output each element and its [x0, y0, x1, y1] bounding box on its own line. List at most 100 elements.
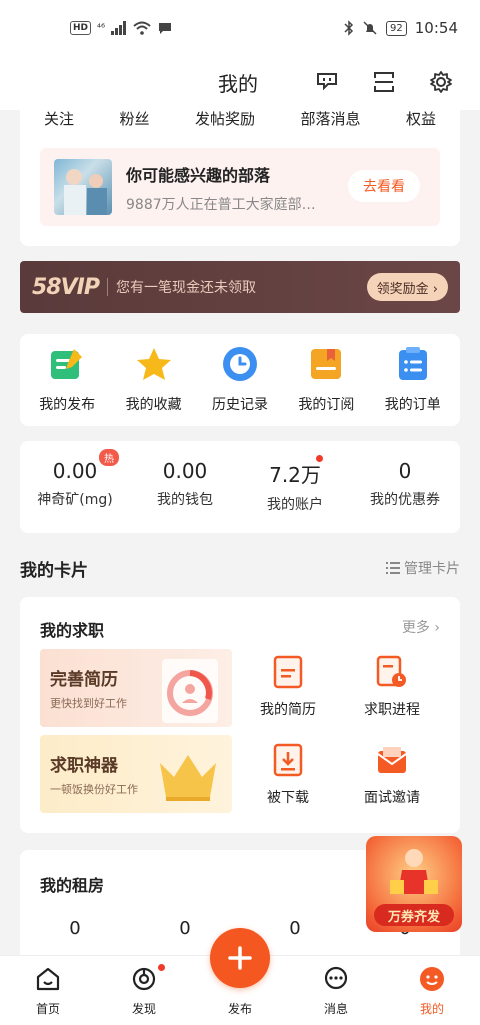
- bookmark-icon: [306, 344, 346, 384]
- rent-value[interactable]: 0: [69, 918, 80, 939]
- scan-icon[interactable]: [370, 68, 398, 96]
- tribe-recommendation[interactable]: 你可能感兴趣的部落 9887万人正在普工大家庭部… 去看看: [40, 148, 440, 226]
- job-more-link[interactable]: 更多 ›: [402, 617, 440, 637]
- wallet-value: 7.2万: [269, 463, 321, 487]
- notification-dot: [316, 455, 323, 462]
- tab-label: 发布: [227, 1002, 252, 1016]
- promo-subtitle: 更快找到好工作: [50, 697, 127, 710]
- stat-tribe-messages[interactable]: 部落消息: [300, 108, 360, 129]
- discover-icon: [129, 964, 159, 994]
- quick-item-subscriptions[interactable]: 我的订阅: [286, 344, 366, 426]
- tab-label: 消息: [323, 1002, 348, 1016]
- job-label: 求职进程: [364, 702, 420, 718]
- section-title: 我的卡片: [20, 561, 88, 581]
- wallet-label: 我的账户: [267, 497, 323, 513]
- wallet-label: 我的钱包: [157, 492, 213, 508]
- post-plus-button[interactable]: [210, 928, 270, 988]
- download-icon: [271, 743, 305, 777]
- floating-promo-label: 万券齐发: [374, 904, 454, 926]
- cards-section-header: 我的卡片 管理卡片: [20, 556, 460, 582]
- job-label: 我的简历: [260, 702, 316, 718]
- wallet-label: 我的优惠券: [370, 492, 440, 508]
- promo-title: 求职神器: [50, 756, 118, 776]
- manage-cards-label: 管理卡片: [404, 561, 460, 577]
- promo-subtitle: 一顿饭换份好工作: [50, 783, 138, 796]
- quick-label: 我的收藏: [125, 397, 182, 413]
- star-icon: [134, 344, 174, 384]
- quick-label: 我的订阅: [298, 397, 355, 413]
- job-tool-promo[interactable]: 求职神器 一顿饭换份好工作: [40, 735, 232, 813]
- rent-value[interactable]: 0: [289, 918, 300, 939]
- vip-divider: [106, 278, 108, 296]
- wallet-item-coupons[interactable]: 0 我的优惠券: [355, 459, 455, 533]
- settings-gear-icon[interactable]: [427, 68, 455, 96]
- floating-coupon-promo[interactable]: 万券齐发: [366, 836, 462, 932]
- job-card-title: 我的求职: [40, 621, 105, 640]
- plus-icon: [228, 946, 252, 970]
- edit-icon: [47, 344, 87, 384]
- gift-figure-icon: [390, 849, 438, 894]
- order-list-icon: [393, 344, 433, 384]
- progress-icon: [375, 655, 409, 689]
- vip-text: 您有一笔现金还未领取: [115, 280, 256, 296]
- wifi-icon: [133, 21, 151, 35]
- wallet-value: 0.00: [162, 459, 208, 483]
- tab-profile[interactable]: 我的: [397, 964, 467, 1025]
- clock-icon: [220, 344, 260, 384]
- tribe-title: 你可能感兴趣的部落: [126, 166, 271, 185]
- bluetooth-icon: [344, 20, 354, 36]
- quick-item-orders[interactable]: 我的订单: [373, 344, 453, 426]
- vip-logo: 58VIP: [32, 274, 100, 300]
- mute-icon: [363, 21, 377, 35]
- quick-label: 历史记录: [211, 397, 268, 413]
- vip-banner[interactable]: 58VIP 您有一笔现金还未领取 领奖励金 ›: [20, 261, 460, 313]
- rent-value[interactable]: 0: [179, 918, 190, 939]
- tab-home[interactable]: 首页: [13, 964, 83, 1025]
- wallet-value: 0.00: [52, 459, 98, 483]
- tab-label: 我的: [419, 1002, 444, 1016]
- wallet-value: 0: [398, 459, 412, 483]
- job-item-resume[interactable]: 我的简历: [238, 655, 338, 719]
- complete-resume-promo[interactable]: 完善简历 更快找到好工作: [40, 649, 232, 727]
- profile-icon: [417, 964, 447, 994]
- wallet-item-mining[interactable]: 热 0.00 神奇矿(mg): [25, 449, 125, 533]
- hd-icon: HD: [70, 21, 92, 35]
- tribe-thumbnail: [54, 159, 112, 215]
- tab-messages[interactable]: 消息: [301, 964, 371, 1025]
- resume-icon: [271, 655, 305, 689]
- quick-item-history[interactable]: 历史记录: [200, 344, 280, 426]
- wallet-item-purse[interactable]: 0.00 我的钱包: [135, 459, 235, 533]
- quick-label: 我的发布: [39, 397, 96, 413]
- quick-item-my-posts[interactable]: 我的发布: [27, 344, 107, 426]
- envelope-icon: [375, 743, 409, 777]
- resume-progress-icon: [162, 659, 218, 723]
- rent-card-title: 我的租房: [40, 876, 105, 895]
- tab-discover[interactable]: 发现: [109, 964, 179, 1025]
- claim-reward-button[interactable]: 领奖励金 ›: [366, 273, 448, 301]
- stat-fans[interactable]: 粉丝: [119, 108, 149, 129]
- customer-service-icon[interactable]: [313, 68, 341, 96]
- job-item-interview-invites[interactable]: 面试邀请: [342, 743, 442, 807]
- quick-actions: 我的发布 我的收藏 历史记录 我的订阅 我的订单: [20, 334, 460, 426]
- hot-badge: 热: [99, 449, 119, 466]
- job-label: 被下载: [267, 790, 309, 806]
- job-item-downloaded[interactable]: 被下载: [238, 743, 338, 807]
- tab-label: 发现: [131, 1002, 156, 1016]
- quick-label: 我的订单: [384, 397, 441, 413]
- clock-time: 10:54: [414, 19, 458, 37]
- message-icon: [321, 964, 351, 994]
- stat-rights[interactable]: 权益: [406, 108, 436, 129]
- stat-follow[interactable]: 关注: [44, 108, 74, 129]
- wallet-item-account[interactable]: 7.2万 我的账户: [245, 455, 345, 533]
- tribe-view-button[interactable]: 去看看: [348, 170, 420, 202]
- profile-stats-card: 关注 粉丝 发帖奖励 部落消息 权益 你可能感兴趣的部落 9887万人正在普工大…: [20, 100, 460, 246]
- page-title: 我的: [218, 72, 258, 96]
- stat-post-reward[interactable]: 发帖奖励: [195, 108, 255, 129]
- battery-icon: 92: [386, 20, 407, 36]
- job-card: 我的求职 更多 › 完善简历 更快找到好工作 求职神器 一顿饭换份好工作 我的简…: [20, 597, 460, 833]
- manage-cards-link[interactable]: 管理卡片: [386, 558, 460, 578]
- notification-dot: [158, 964, 165, 971]
- quick-item-favorites[interactable]: 我的收藏: [114, 344, 194, 426]
- job-item-progress[interactable]: 求职进程: [342, 655, 442, 719]
- status-bar: HD ⁴⁶ 92 10:54: [0, 0, 480, 56]
